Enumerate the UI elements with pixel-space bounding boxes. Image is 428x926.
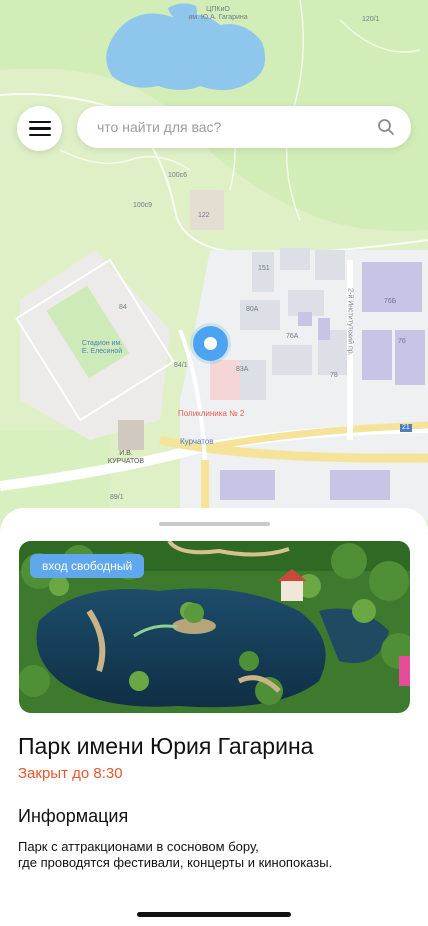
- map-label-house-number: 84: [119, 304, 127, 311]
- map-label-house-number: 78: [330, 372, 338, 379]
- search-icon[interactable]: [377, 118, 395, 136]
- map-label-house-number: 76Б: [384, 298, 397, 305]
- place-title: Парк имени Юрия Гагарина: [18, 733, 314, 759]
- map-label-house-number: 83А: [236, 366, 249, 373]
- search-input[interactable]: [97, 106, 367, 148]
- map-label-house-number: 120/1: [362, 16, 380, 23]
- map-label-house-number: 76: [398, 338, 406, 345]
- map-label-monument[interactable]: И.В. КУРЧАТОВ: [106, 450, 146, 465]
- map-label-stadium[interactable]: Стадион им. Е. Елесиной: [72, 340, 132, 355]
- map-label-house-number: 100с9: [133, 202, 153, 209]
- map-label-house-number: 84/1: [174, 362, 188, 369]
- search-bar[interactable]: [77, 106, 411, 148]
- map-canvas: [0, 0, 428, 560]
- map-label-house-number: 122: [198, 212, 210, 219]
- map-label-house-number: 76А: [286, 333, 299, 340]
- place-photo[interactable]: вход свободный: [19, 541, 410, 713]
- info-heading: Информация: [18, 806, 129, 826]
- menu-button[interactable]: [17, 106, 62, 151]
- map-label-street: 2-й Институтский пр.: [346, 288, 354, 356]
- map-label-park[interactable]: ЦПКиО им. Ю.А. Гагарина: [178, 6, 258, 21]
- map-label-house-number: 100с6: [168, 172, 188, 179]
- map-label-house-number: 151: [258, 265, 270, 272]
- current-location-pin[interactable]: [193, 326, 228, 361]
- map-view[interactable]: ЦПКиО им. Ю.А. Гагарина 120/1 100с6 100с…: [0, 0, 428, 560]
- hamburger-icon: [28, 120, 51, 137]
- place-bottom-sheet[interactable]: вход свободный Парк имени Юрия Гагарина …: [0, 508, 428, 926]
- opening-status: Закрыт до 8:30: [18, 765, 123, 782]
- free-entry-badge: вход свободный: [30, 554, 145, 578]
- home-indicator[interactable]: [137, 912, 291, 917]
- map-label-house-number: 89/1: [110, 494, 124, 501]
- map-label-house-number: 80А: [246, 306, 259, 313]
- map-label-metro[interactable]: Курчатов: [180, 437, 214, 447]
- map-label-route-number: 21: [400, 424, 412, 432]
- map-label-clinic[interactable]: Поликлиника № 2: [178, 409, 244, 419]
- info-text: Парк с аттракционами в сосновом бору, гд…: [18, 839, 333, 870]
- sheet-drag-handle[interactable]: [159, 522, 270, 526]
